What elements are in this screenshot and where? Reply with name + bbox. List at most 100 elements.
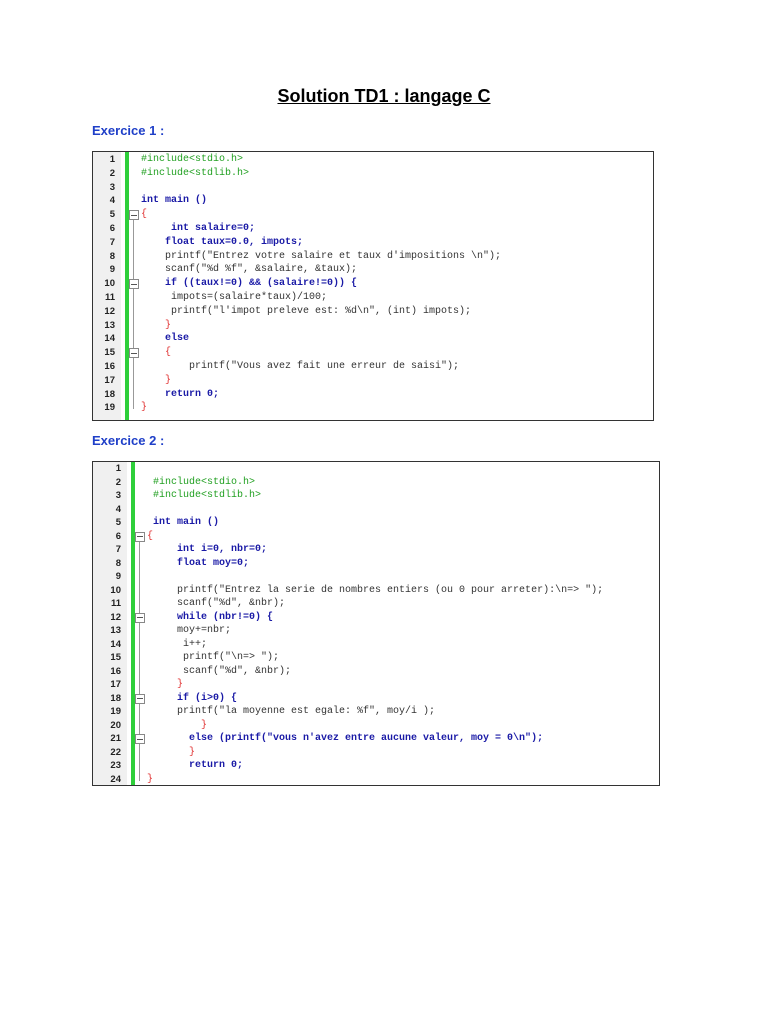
code-line: 21 else (printf("vous n'avez entre aucun… [93, 732, 659, 746]
line-number: 21 [110, 733, 121, 744]
code-text: { [147, 530, 154, 542]
code-text: moy+=nbr; [147, 625, 232, 636]
fold-collapse-icon[interactable] [135, 531, 145, 542]
code-text: i++; [147, 638, 208, 650]
code-text: int main () [141, 195, 208, 207]
line-number: 17 [104, 374, 115, 386]
fold-collapse-icon[interactable] [129, 279, 139, 290]
code-line: 12 while (nbr!=0) { [93, 611, 659, 625]
code-line: 7 float taux=0.0, impots; [93, 236, 653, 250]
code-text: float taux=0.0, impots; [141, 236, 304, 248]
page-title: Solution TD1 : langage C [0, 86, 768, 107]
line-number: 5 [109, 209, 115, 221]
code-line: 10 if ((taux!=0) && (salaire!=0)) { [93, 277, 653, 291]
line-number: 6 [115, 530, 121, 542]
code-line: 17 } [93, 678, 659, 692]
code-text: #include<stdlib.h> [141, 167, 250, 179]
line-number: 13 [104, 319, 115, 331]
code-line: 9 [93, 570, 659, 584]
code-line: 5{ [93, 208, 653, 222]
line-number: 11 [110, 598, 121, 609]
fold-collapse-icon[interactable] [135, 734, 145, 744]
fold-collapse-icon[interactable] [135, 612, 145, 623]
line-number: 2 [109, 167, 115, 179]
code-line: 13 moy+=nbr; [93, 624, 659, 638]
code-line: 2 #include<stdlib.h> [93, 167, 653, 181]
line-number: 8 [109, 250, 115, 262]
code-text: scanf("%d %f", &salaire, &taux); [141, 264, 358, 276]
code-text: #include<stdio.h> [141, 154, 244, 165]
code-text: } [141, 374, 172, 386]
code-editor-exercise-2: 12 #include<stdio.h> 3 #include<stdlib.h>… [92, 461, 660, 786]
exercise-2-heading: Exercice 2 : [92, 433, 165, 448]
code-line: 16 printf("Vous avez fait une erreur de … [93, 360, 653, 374]
line-number: 12 [110, 611, 121, 623]
code-text: #include<stdlib.h> [147, 490, 262, 501]
code-line: 18 return 0; [93, 388, 653, 402]
line-number: 18 [104, 388, 115, 400]
line-number: 17 [110, 679, 121, 690]
exercise-1-heading: Exercice 1 : [92, 123, 165, 138]
code-text: { [141, 209, 148, 221]
fold-collapse-icon[interactable] [135, 693, 145, 704]
line-number: 10 [110, 584, 121, 596]
line-number: 24 [110, 773, 121, 785]
code-line: 24} [93, 773, 659, 786]
code-line: 8 printf("Entrez votre salaire et taux d… [93, 250, 653, 264]
code-text: printf("l'impot preleve est: %d\n", (int… [141, 305, 472, 317]
code-line: 18 if (i>0) { [93, 692, 659, 706]
fold-collapse-icon[interactable] [129, 348, 139, 359]
code-text: printf("la moyenne est egale: %f", moy/i… [147, 706, 436, 717]
code-line: 10 printf("Entrez la serie de nombres en… [93, 584, 659, 598]
line-number: 1 [109, 154, 115, 165]
code-text: #include<stdio.h> [147, 476, 256, 488]
code-text: while (nbr!=0) { [147, 611, 274, 623]
line-number: 6 [109, 223, 115, 234]
line-number: 1 [115, 463, 121, 474]
code-line: 19} [93, 401, 653, 415]
line-number: 23 [110, 760, 121, 771]
code-text: impots=(salaire*taux)/100; [141, 292, 328, 303]
code-text: } [147, 773, 154, 785]
code-text: if ((taux!=0) && (salaire!=0)) { [141, 278, 358, 290]
code-line: 22 } [93, 746, 659, 760]
code-line: 14 else [93, 332, 653, 346]
code-line: 13 } [93, 319, 653, 333]
code-line: 17 } [93, 374, 653, 388]
code-text: } [147, 679, 184, 690]
code-text: if (i>0) { [147, 692, 238, 704]
line-number: 7 [115, 544, 121, 555]
line-number: 9 [109, 264, 115, 276]
line-number: 14 [110, 638, 121, 650]
line-number: 5 [115, 517, 121, 528]
line-number: 15 [110, 652, 121, 663]
line-number: 18 [110, 692, 121, 704]
code-line: 7 int i=0, nbr=0; [93, 543, 659, 557]
fold-collapse-icon[interactable] [129, 210, 139, 221]
code-text: { [141, 347, 172, 359]
code-line: 4 [93, 503, 659, 517]
code-text: float moy=0; [147, 557, 250, 569]
line-number: 3 [109, 181, 115, 193]
line-number: 22 [110, 746, 121, 758]
code-line: 19 printf("la moyenne est egale: %f", mo… [93, 705, 659, 719]
code-text: return 0; [147, 760, 244, 771]
code-line: 14 i++; [93, 638, 659, 652]
line-number: 10 [104, 278, 115, 290]
code-line: 9 scanf("%d %f", &salaire, &taux); [93, 263, 653, 277]
line-number: 15 [104, 347, 115, 359]
line-number: 4 [115, 503, 121, 515]
page: Solution TD1 : langage C Exercice 1 : 1 #… [0, 0, 768, 1024]
code-line: 20 } [93, 719, 659, 733]
line-number: 8 [115, 557, 121, 569]
line-number: 11 [104, 292, 115, 303]
code-text: printf("Entrez la serie de nombres entie… [147, 584, 604, 596]
code-line: 5 int main () [93, 516, 659, 530]
code-text: } [141, 319, 172, 331]
code-text: int main () [147, 517, 220, 528]
code-line: 4 int main () [93, 194, 653, 208]
code-line: 1 #include<stdio.h> [93, 153, 653, 167]
line-number: 19 [104, 402, 115, 414]
code-line: 11 scanf("%d", &nbr); [93, 597, 659, 611]
line-number: 16 [104, 361, 115, 372]
